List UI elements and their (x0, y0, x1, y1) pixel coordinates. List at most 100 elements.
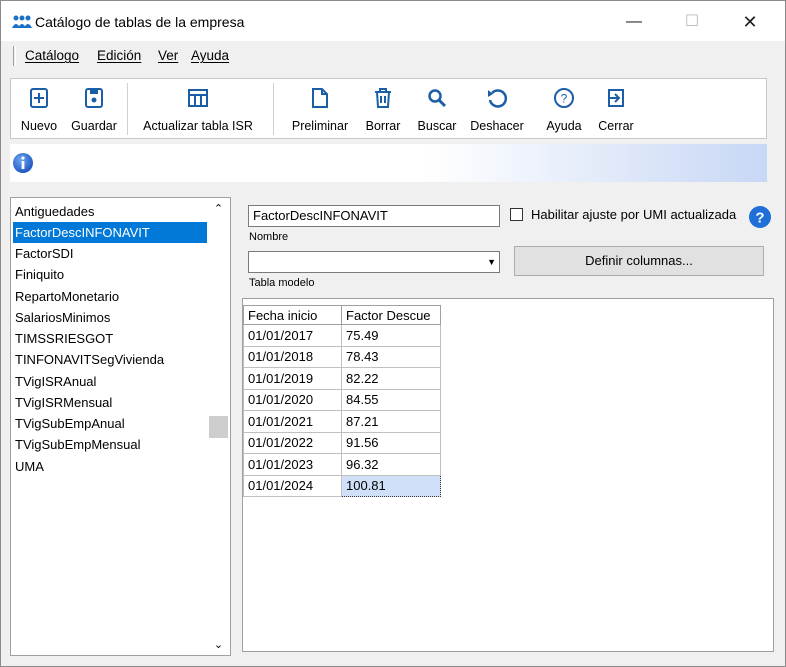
cell-factor[interactable]: 84.55 (341, 388, 441, 411)
actualizar-isr-button[interactable]: Actualizar tabla ISR (135, 79, 261, 138)
cell-fecha[interactable]: 01/01/2024 (243, 474, 342, 497)
table-row: 01/01/2024 100.81 (243, 474, 441, 497)
column-header-factor[interactable]: Factor Descue (341, 305, 441, 325)
toolbar-separator (127, 83, 128, 135)
app-window: Catálogo de tablas de la empresa — ☐ ✕ C… (0, 0, 786, 667)
cell-fecha[interactable]: 01/01/2023 (243, 453, 342, 476)
window-title: Catálogo de tablas de la empresa (35, 14, 245, 30)
svg-text:?: ? (561, 92, 568, 106)
cerrar-label: Cerrar (598, 119, 634, 133)
values-grid[interactable]: Fecha inicio Factor Descue 01/01/2017 75.… (242, 298, 774, 652)
title-bar: Catálogo de tablas de la empresa — ☐ ✕ (1, 1, 785, 41)
list-item[interactable]: TVigISRMensual (13, 392, 207, 413)
exit-icon (608, 89, 624, 107)
menu-bar: Catálogo Edición Ver Ayuda (5, 42, 781, 70)
cell-factor[interactable]: 96.32 (341, 453, 441, 476)
scroll-up-icon[interactable]: ⌃ (207, 202, 230, 215)
maximize-button[interactable]: ☐ (669, 7, 715, 37)
cell-factor-selected[interactable]: 100.81 (341, 474, 441, 497)
list-item[interactable]: Finiquito (13, 264, 207, 285)
borrar-label: Borrar (365, 119, 401, 133)
table-icon (188, 89, 208, 107)
list-item[interactable]: Antiguedades (13, 201, 207, 222)
table-row: 01/01/2019 82.22 (243, 367, 441, 390)
menu-ver[interactable]: Ver (158, 48, 178, 63)
cerrar-button[interactable]: Cerrar (591, 79, 641, 138)
nombre-input[interactable]: FactorDescINFONAVIT (248, 205, 500, 227)
cell-fecha[interactable]: 01/01/2017 (243, 324, 342, 347)
info-bar (10, 144, 767, 182)
app-people-icon (12, 15, 32, 28)
actualizar-label: Actualizar tabla ISR (143, 119, 253, 133)
cell-factor[interactable]: 91.56 (341, 431, 441, 454)
cell-fecha[interactable]: 01/01/2018 (243, 345, 342, 368)
buscar-label: Buscar (417, 119, 457, 133)
cell-factor[interactable]: 75.49 (341, 324, 441, 347)
list-item[interactable]: TVigSubEmpAnual (13, 413, 207, 434)
column-header-fecha[interactable]: Fecha inicio (243, 305, 342, 325)
preliminar-label: Preliminar (291, 119, 349, 133)
list-item[interactable]: TVigISRAnual (13, 371, 207, 392)
preliminar-button[interactable]: Preliminar (287, 79, 353, 138)
table-row: 01/01/2017 75.49 (243, 324, 441, 347)
table-row: 01/01/2022 91.56 (243, 431, 441, 454)
list-item[interactable]: TVigSubEmpMensual (13, 434, 207, 455)
cell-fecha[interactable]: 01/01/2019 (243, 367, 342, 390)
minimize-button[interactable]: — (611, 7, 657, 37)
cell-factor[interactable]: 78.43 (341, 345, 441, 368)
list-scrollbar[interactable]: ⌃ ⌄ (207, 198, 230, 655)
menu-catalogo[interactable]: Catálogo (25, 48, 79, 63)
scroll-down-icon[interactable]: ⌄ (207, 638, 230, 651)
dropdown-arrow-icon[interactable]: ▼ (487, 257, 496, 267)
tables-list[interactable]: Antiguedades FactorDescINFONAVIT FactorS… (10, 197, 231, 656)
cell-fecha[interactable]: 01/01/2022 (243, 431, 342, 454)
habilitar-umi-checkbox[interactable] (510, 208, 523, 221)
definir-columnas-button[interactable]: Definir columnas... (514, 246, 764, 276)
cell-fecha[interactable]: 01/01/2021 (243, 410, 342, 433)
undo-icon (488, 89, 508, 108)
list-item[interactable]: TINFONAVITSegVivienda (13, 349, 207, 370)
help-circle-icon: ? (554, 88, 574, 108)
toolbar: Nuevo Guardar Actualizar tabla ISR Preli… (10, 78, 767, 139)
info-icon (13, 153, 33, 173)
deshacer-button[interactable]: Deshacer (465, 79, 529, 138)
values-table: Fecha inicio Factor Descue 01/01/2017 75.… (243, 305, 441, 497)
buscar-button[interactable]: Buscar (411, 79, 463, 138)
table-detail-panel: FactorDescINFONAVIT Nombre Habilitar aju… (237, 197, 782, 656)
scroll-thumb[interactable] (209, 416, 228, 438)
new-document-icon (30, 88, 48, 108)
list-item-selected[interactable]: FactorDescINFONAVIT (13, 222, 207, 243)
nuevo-button[interactable]: Nuevo (15, 79, 63, 138)
trash-icon (375, 88, 391, 108)
table-row: 01/01/2020 84.55 (243, 388, 441, 411)
list-item[interactable]: RepartoMonetario (13, 286, 207, 307)
list-item[interactable]: UMA (13, 456, 207, 477)
preview-document-icon (312, 88, 328, 108)
list-item[interactable]: TIMSSRIESGOT (13, 328, 207, 349)
deshacer-label: Deshacer (470, 119, 524, 133)
habilitar-umi-label[interactable]: Habilitar ajuste por UMI actualizada (531, 207, 736, 222)
menu-edicion[interactable]: Edición (97, 48, 141, 63)
nuevo-label: Nuevo (20, 119, 58, 133)
guardar-button[interactable]: Guardar (65, 79, 123, 138)
cell-factor[interactable]: 82.22 (341, 367, 441, 390)
table-row: 01/01/2023 96.32 (243, 453, 441, 476)
cell-factor[interactable]: 87.21 (341, 410, 441, 433)
table-row: 01/01/2021 87.21 (243, 410, 441, 433)
list-item[interactable]: FactorSDI (13, 243, 207, 264)
tabla-modelo-label: Tabla modelo (249, 277, 315, 289)
menu-ayuda[interactable]: Ayuda (191, 48, 229, 63)
table-row: 01/01/2018 78.43 (243, 345, 441, 368)
menu-grip (13, 46, 16, 66)
list-item[interactable]: SalariosMinimos (13, 307, 207, 328)
ayuda-button[interactable]: ? Ayuda (539, 79, 589, 138)
borrar-button[interactable]: Borrar (359, 79, 407, 138)
cell-fecha[interactable]: 01/01/2020 (243, 388, 342, 411)
nombre-label: Nombre (249, 231, 289, 243)
toolbar-separator (273, 83, 274, 135)
help-icon[interactable]: ? (748, 205, 772, 229)
guardar-label: Guardar (71, 119, 117, 133)
close-window-button[interactable]: ✕ (727, 7, 773, 37)
search-icon (428, 89, 447, 108)
tabla-modelo-select[interactable]: ▼ (248, 251, 500, 273)
